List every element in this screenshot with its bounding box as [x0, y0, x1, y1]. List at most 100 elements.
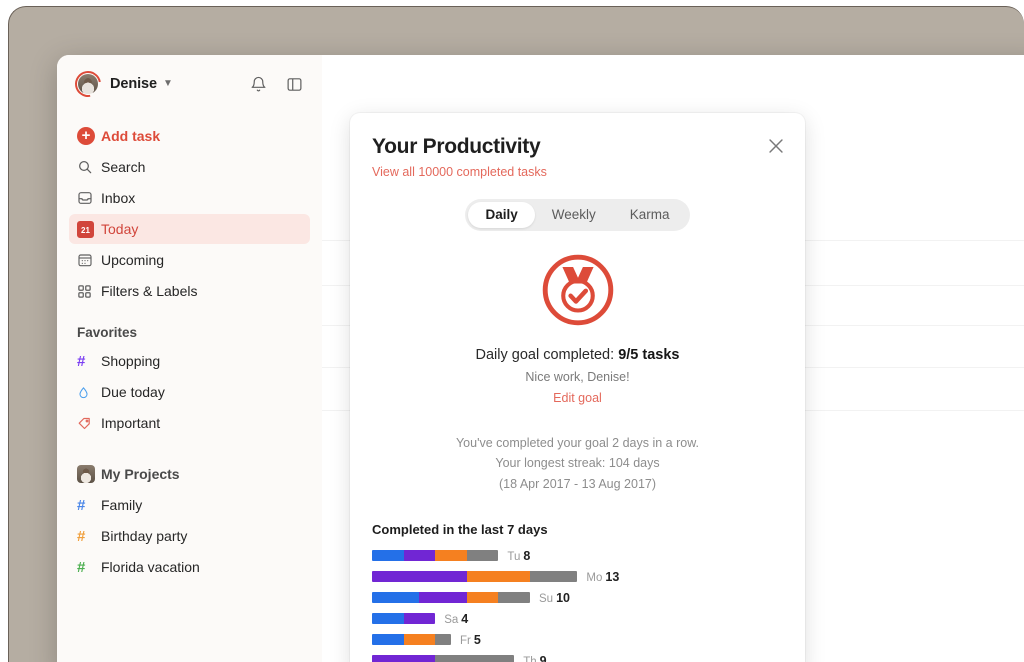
calendar-icon	[77, 252, 101, 268]
sidebar-item-family[interactable]: # Family	[69, 490, 310, 520]
sidebar-item-label: Filters & Labels	[101, 283, 198, 299]
bar-segment	[529, 571, 578, 583]
sidebar-item-shopping[interactable]: # Shopping	[69, 346, 310, 376]
sidebar-item-birthday-party[interactable]: # Birthday party	[69, 521, 310, 551]
panel-header: Your Productivity View all 10000 complet…	[350, 113, 805, 179]
bar-th	[372, 655, 515, 662]
project-avatar-icon	[77, 465, 101, 483]
sidebar-nav: + Add task Search Inbox 21 Today Upcomin…	[57, 113, 322, 582]
bar-row: Th 9	[372, 650, 783, 662]
bar-segment	[466, 571, 530, 583]
bar-segment	[372, 613, 404, 625]
sidebar: Denise ▼ + Add task Search Inbox 21 Toda…	[57, 55, 322, 662]
hash-icon: #	[77, 496, 86, 514]
streak-dates: (18 Apr 2017 - 13 Aug 2017)	[498, 476, 657, 491]
calendar-today-icon: 21	[77, 220, 101, 238]
bar-segment	[466, 592, 499, 604]
streak-current: You've completed your goal 2 days in a r…	[455, 435, 700, 450]
bar-day: Tu	[507, 550, 521, 563]
tab-group: Daily Weekly Karma	[350, 199, 805, 231]
bar-segment	[466, 550, 499, 562]
bar-segment	[435, 550, 467, 562]
sidebar-item-important[interactable]: Important	[69, 408, 310, 438]
bell-icon[interactable]	[248, 74, 268, 94]
karma-badge	[350, 249, 805, 331]
sidebar-item-my-projects[interactable]: My Projects	[69, 459, 310, 489]
sidebar-item-label: Birthday party	[101, 528, 188, 544]
chevron-down-icon[interactable]: ▼	[163, 79, 173, 89]
sidebar-item-filters-labels[interactable]: Filters & Labels	[69, 276, 310, 306]
tab-karma[interactable]: Karma	[613, 202, 687, 228]
user-name: Denise	[110, 76, 157, 92]
hash-icon: #	[77, 558, 86, 576]
bar-label: Tu 8	[507, 549, 530, 563]
bar-sa	[372, 613, 436, 625]
bar-mo	[372, 571, 578, 583]
hash-icon: #	[77, 352, 86, 370]
bar-row: Mo 13	[372, 566, 783, 587]
bar-label: Fr 5	[460, 633, 481, 647]
bar-day: Sa	[444, 613, 459, 626]
daily-goal-value: 9/5 tasks	[618, 346, 680, 363]
edit-goal-link[interactable]: Edit goal	[350, 391, 805, 405]
sidebar-header: Denise ▼	[57, 55, 322, 113]
tab-daily[interactable]: Daily	[468, 202, 535, 228]
bar-day: Mo	[586, 571, 603, 584]
bar-segment	[403, 550, 436, 562]
sidebar-item-label: Florida vacation	[101, 559, 200, 575]
sidebar-item-today[interactable]: 21 Today	[69, 214, 310, 244]
sidebar-item-label: Add task	[101, 128, 161, 144]
sidebar-item-label: Search	[101, 159, 146, 175]
bar-segment	[435, 655, 515, 662]
bar-row: Su 10	[372, 587, 783, 608]
bar-segment	[372, 634, 404, 646]
daily-goal-prefix: Daily goal completed:	[475, 346, 619, 363]
bar-row: Fr 5	[372, 629, 783, 650]
sidebar-item-label: Inbox	[101, 190, 136, 206]
grid-icon	[77, 284, 101, 299]
sidebar-item-florida-vacation[interactable]: # Florida vacation	[69, 552, 310, 582]
bar-tu	[372, 550, 499, 562]
bar-value: 8	[523, 548, 531, 563]
bar-segment	[403, 613, 436, 625]
sidebar-item-label: Shopping	[101, 353, 161, 369]
bar-su	[372, 592, 530, 604]
bar-segment	[403, 634, 436, 646]
sidebar-item-label: Important	[101, 415, 161, 431]
sidebar-item-label: Due today	[101, 384, 165, 400]
sidebar-item-upcoming[interactable]: Upcoming	[69, 245, 310, 275]
desktop-backdrop: Denise ▼ + Add task Search Inbox 21 Toda…	[8, 6, 1024, 662]
bar-value: 9	[539, 653, 547, 662]
sidebar-item-due-today[interactable]: Due today	[69, 377, 310, 407]
bar-row: Tu 8	[372, 545, 783, 566]
karma-medal-icon	[542, 254, 613, 325]
close-icon[interactable]	[765, 135, 787, 157]
bar-label: Su 10	[539, 591, 570, 605]
tab-weekly[interactable]: Weekly	[535, 202, 613, 228]
inbox-icon	[77, 190, 101, 206]
bar-value: 4	[461, 611, 469, 626]
view-all-completed-link[interactable]: View all 10000 completed tasks	[372, 165, 783, 179]
bar-label: Mo 13	[586, 570, 619, 584]
bar-value: 5	[473, 632, 481, 647]
bar-day: Fr	[460, 634, 471, 647]
bar-segment	[372, 571, 467, 583]
sidebar-item-add-task[interactable]: + Add task	[69, 121, 310, 151]
projects-heading: My Projects	[101, 466, 180, 482]
app-window: Denise ▼ + Add task Search Inbox 21 Toda…	[57, 55, 1024, 662]
weekly-bar-chart: Tu8Mo13Su10Sa4Fr5Th9We12	[350, 537, 805, 662]
hash-icon: #	[77, 527, 86, 545]
bar-value: 10	[556, 590, 570, 605]
favorites-heading: Favorites	[77, 325, 138, 340]
panel-toggle-icon[interactable]	[284, 74, 304, 94]
bar-label: Sa 4	[444, 612, 468, 626]
search-icon	[77, 159, 101, 175]
avatar[interactable]	[69, 65, 107, 103]
bar-row: Sa 4	[372, 608, 783, 629]
bar-fr	[372, 634, 451, 646]
sidebar-item-inbox[interactable]: Inbox	[69, 183, 310, 213]
bar-segment	[372, 592, 420, 604]
bar-day: Su	[539, 592, 554, 605]
bar-segment	[435, 634, 451, 646]
sidebar-item-search[interactable]: Search	[69, 152, 310, 182]
